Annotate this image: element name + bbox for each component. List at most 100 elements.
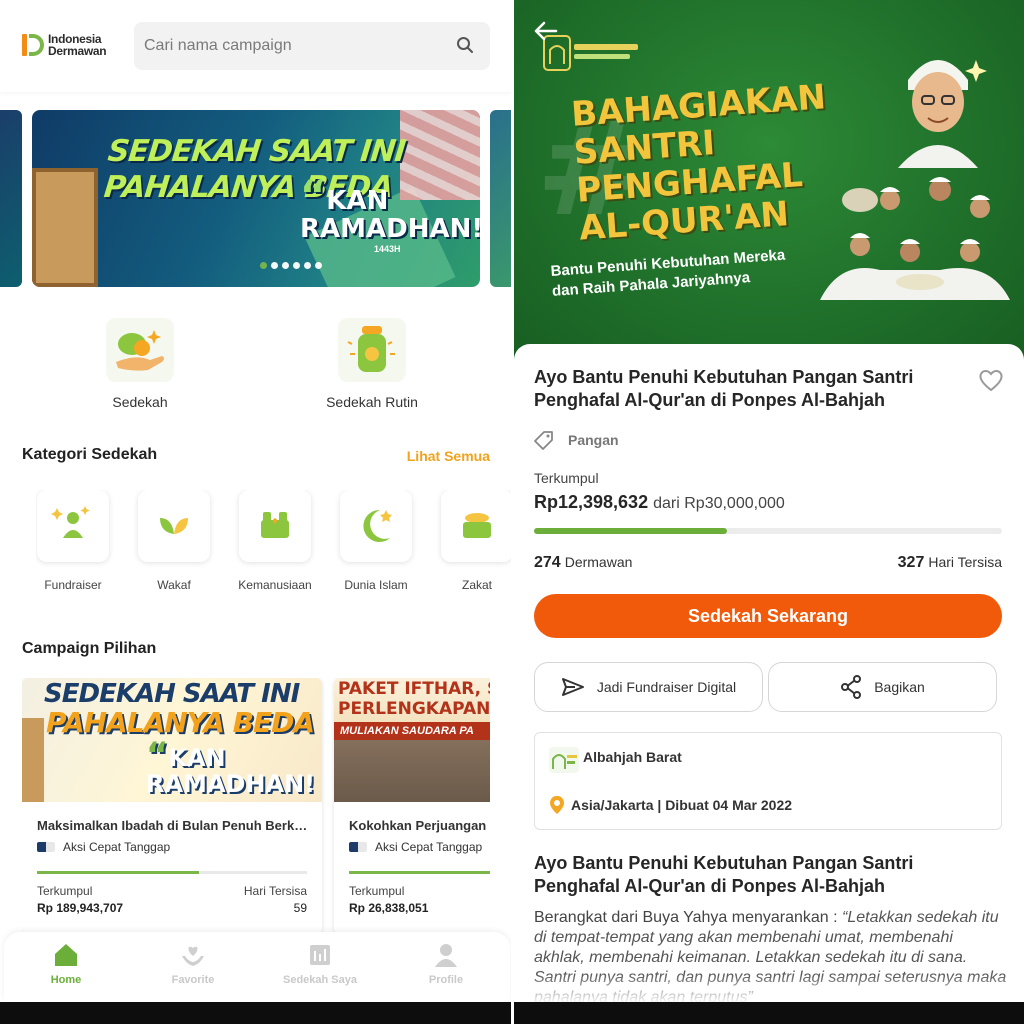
campaign-detail-sheet: Ayo Bantu Penuhi Kebutuhan Pangan Santri… xyxy=(514,344,1024,1024)
campaign-card[interactable]: SEDEKAH SAAT INI PAHALANYA BEDA “KAN RAM… xyxy=(22,678,322,934)
become-fundraiser-button[interactable]: Jadi Fundraiser Digital xyxy=(534,662,763,712)
donation-progress-bar xyxy=(534,528,1002,534)
campaign-org: Aksi Cepat Tanggap xyxy=(349,840,482,854)
coins-icon xyxy=(441,490,512,562)
nav-label: Sedekah Saya xyxy=(283,974,357,986)
system-bar xyxy=(514,1002,1024,1024)
carousel-dot[interactable] xyxy=(282,262,289,269)
collected-label: Terkumpul xyxy=(534,470,599,486)
category-label: Pangan xyxy=(568,432,619,448)
app-logo[interactable]: Indonesia Dermawan xyxy=(22,32,107,58)
send-icon xyxy=(561,678,584,696)
campaigns-title: Campaign Pilihan xyxy=(22,640,157,657)
location-pin-icon xyxy=(550,796,564,814)
search-icon[interactable] xyxy=(456,36,474,54)
home-screen: Indonesia Dermawan SEDEKAH SAAT INI PAHA… xyxy=(0,0,512,1024)
next-slide[interactable] xyxy=(490,110,512,287)
crescent-icon xyxy=(340,490,412,562)
nav-profile[interactable]: Profile xyxy=(396,942,496,986)
banner-kan-ramadhan: “KAN RAMADHAN! xyxy=(300,173,480,244)
search-input[interactable] xyxy=(144,34,444,58)
scholar-portrait-image xyxy=(898,60,987,168)
logo-line2: Dermawan xyxy=(48,44,107,58)
category-dunia-islam[interactable]: Dunia Islam xyxy=(339,490,413,592)
hero-subtitle: Bantu Penuhi Kebutuhan Mereka dan Raih P… xyxy=(550,246,786,300)
back-arrow-icon[interactable] xyxy=(532,20,558,42)
home-icon xyxy=(53,942,79,968)
logo-mark-icon xyxy=(22,32,44,58)
campaign-title: Maksimalkan Ibadah di Bulan Penuh Berka.… xyxy=(37,818,312,833)
fundraiser-icon xyxy=(37,490,109,562)
campaign-image: SEDEKAH SAAT INI PAHALANYA BEDA “KAN RAM… xyxy=(22,678,322,802)
carousel-dot[interactable] xyxy=(315,262,322,269)
days-left-value: 59 xyxy=(293,901,307,915)
category-zakat[interactable]: Zakat xyxy=(440,490,512,592)
share-button[interactable]: Bagikan xyxy=(768,662,997,712)
students-image xyxy=(820,177,1010,300)
collected-amount: Rp 26,838,051 xyxy=(349,901,429,915)
target-amount: dari Rp30,000,000 xyxy=(653,495,785,512)
org-logo-icon xyxy=(37,842,55,852)
banner-slide[interactable]: SEDEKAH SAAT INI PAHALANYA BEDA “KAN RAM… xyxy=(32,110,480,287)
carousel-dot[interactable] xyxy=(260,262,267,269)
carousel-dot[interactable] xyxy=(271,262,278,269)
carousel-dot[interactable] xyxy=(304,262,311,269)
menu-label: Sedekah Rutin xyxy=(326,394,418,410)
category-label: Fundraiser xyxy=(44,578,102,592)
leaf-icon xyxy=(138,490,210,562)
receipt-icon xyxy=(307,942,333,968)
menu-sedekah[interactable]: Sedekah xyxy=(70,318,210,410)
category-label: Wakaf xyxy=(157,578,191,592)
top-bar: Indonesia Dermawan xyxy=(0,0,512,92)
campaign-image: PAKET IFTHAR, SA PERLENGKAPAN II MULIAKA… xyxy=(334,678,490,802)
collected-label: Terkumpul xyxy=(37,884,93,898)
nav-label: Home xyxy=(50,974,82,986)
menu-label: Sedekah xyxy=(112,394,168,410)
main-menu: Sedekah Sedekah Rutin xyxy=(0,318,512,418)
banner-carousel[interactable]: SEDEKAH SAAT INI PAHALANYA BEDA “KAN RAM… xyxy=(0,110,512,288)
category-kemanusiaan[interactable]: Kemanusiaan xyxy=(238,490,312,592)
nav-home[interactable]: Home xyxy=(16,942,116,986)
category-list[interactable]: Fundraiser Wakaf Kemanusiaan Dunia Islam… xyxy=(36,490,512,600)
heart-hands-icon xyxy=(180,942,206,968)
hand-coin-icon xyxy=(106,318,174,382)
hero-title: BAHAGIAKAN SANTRI PENGHAFAL AL-QUR'AN xyxy=(569,77,828,249)
collected-amount: Rp 189,943,707 xyxy=(37,901,124,915)
carousel-dot[interactable] xyxy=(293,262,300,269)
days-remaining: 327 Hari Tersisa xyxy=(897,554,1002,571)
share-icon xyxy=(841,675,862,699)
see-all-link[interactable]: Lihat Semua xyxy=(407,448,490,464)
nav-label: Favorite xyxy=(171,974,215,986)
collected-amount: Rp12,398,632 dari Rp30,000,000 xyxy=(534,492,785,512)
category-label: Dunia Islam xyxy=(344,578,408,592)
organizer-logo-icon xyxy=(549,747,579,773)
campaign-title: Kokohkan Perjuangan S xyxy=(349,818,490,833)
jar-icon xyxy=(338,318,406,382)
campaign-card[interactable]: PAKET IFTHAR, SA PERLENGKAPAN II MULIAKA… xyxy=(334,678,490,934)
nav-label: Profile xyxy=(428,974,464,986)
heart-icon[interactable] xyxy=(978,368,1004,392)
collected-label: Terkumpul xyxy=(349,884,405,898)
category-tag: Pangan xyxy=(534,430,619,450)
nav-sedekah-saya[interactable]: Sedekah Saya xyxy=(270,942,370,986)
donors-count: 274 Dermawan xyxy=(534,554,633,571)
category-fundraiser[interactable]: Fundraiser xyxy=(36,490,110,592)
hands-icon xyxy=(239,490,311,562)
donation-box-image xyxy=(32,168,98,287)
tag-icon xyxy=(534,431,553,450)
search-bar[interactable] xyxy=(134,22,490,70)
nav-favorite[interactable]: Favorite xyxy=(143,942,243,986)
category-wakaf[interactable]: Wakaf xyxy=(137,490,211,592)
organizer-meta: Asia/Jakarta | Dibuat 04 Mar 2022 xyxy=(549,795,792,815)
description-title: Ayo Bantu Penuhi Kebutuhan Pangan Santri… xyxy=(534,853,914,896)
menu-sedekah-rutin[interactable]: Sedekah Rutin xyxy=(302,318,442,410)
category-label: Kemanusiaan xyxy=(238,578,312,592)
carousel-dots[interactable] xyxy=(260,262,322,269)
campaign-list[interactable]: SEDEKAH SAAT INI PAHALANYA BEDA “KAN RAM… xyxy=(22,678,490,934)
organizer-card[interactable]: Albahjah Barat Asia/Jakarta | Dibuat 04 … xyxy=(534,732,1002,830)
person-icon xyxy=(433,942,459,968)
prev-slide[interactable] xyxy=(0,110,22,287)
categories-title: Kategori Sedekah xyxy=(22,446,158,463)
system-bar xyxy=(0,1002,512,1024)
donate-now-button[interactable]: Sedekah Sekarang xyxy=(534,594,1002,638)
